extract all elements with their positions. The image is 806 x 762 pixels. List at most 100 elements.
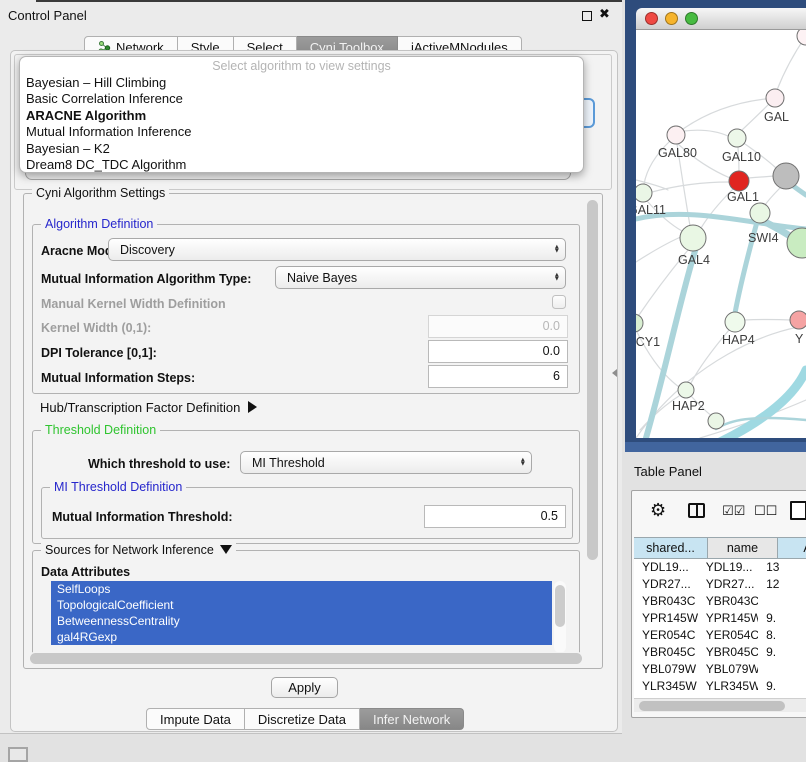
network-node-gal[interactable] — [766, 89, 784, 107]
aracne-mode-combo[interactable]: Discovery ▲▼ — [108, 238, 566, 261]
network-node[interactable] — [773, 163, 799, 189]
network-edge — [744, 320, 791, 321]
columns-icon[interactable] — [688, 503, 705, 518]
sources-group: Sources for Network Inference Data Attri… — [32, 550, 580, 660]
apply-button[interactable]: Apply — [271, 677, 338, 698]
network-node-gal1[interactable] — [729, 171, 749, 191]
zoom-traffic-light[interactable] — [685, 12, 698, 25]
column-header-name[interactable]: name — [708, 537, 778, 559]
close-icon[interactable]: ✖ — [599, 6, 610, 22]
network-node-label: GAL11 — [636, 203, 666, 217]
network-node-hap4[interactable] — [725, 312, 745, 332]
expanded-arrow-icon — [220, 545, 232, 554]
manual-kernel-checkbox[interactable] — [552, 295, 566, 309]
kernel-width-field[interactable]: 0.0 — [428, 315, 568, 338]
dropdown-item[interactable]: Bayesian – K2 — [20, 141, 583, 157]
mi-threshold-label: Mutual Information Threshold: — [52, 510, 233, 524]
table-panel: Table Panel ⚙ ☑☑ ☐☐ shared... name A YDL… — [625, 452, 806, 762]
table-panel-title: Table Panel — [634, 464, 702, 479]
network-node-label: HAP4 — [722, 333, 755, 347]
network-edge — [765, 187, 781, 205]
network-node-gal80[interactable] — [667, 126, 685, 144]
network-node[interactable] — [797, 30, 806, 45]
network-node-gal11[interactable] — [636, 184, 652, 202]
select-all-checkboxes-icon[interactable]: ☑☑ — [722, 503, 745, 519]
table-row[interactable]: YER054C YER054C 8. — [634, 627, 806, 644]
data-attribute-item[interactable]: TopologicalCoefficient — [51, 597, 552, 613]
network-node[interactable] — [708, 413, 724, 429]
data-attribute-item[interactable]: BetweennessCentrality — [51, 613, 552, 629]
network-node-gal4[interactable] — [680, 225, 706, 251]
network-view-window: GALGAL80GAL10GAL1GAL11SWI4GAL4GCY1HAP4YH… — [625, 0, 806, 452]
cell-shared-name: YPR145W — [634, 610, 698, 627]
network-edge — [636, 236, 683, 262]
table-row[interactable]: YPR145W YPR145W 9. — [634, 610, 806, 627]
minimized-panel-icon[interactable] — [8, 747, 28, 762]
dropdown-item[interactable]: ARACNE Algorithm — [20, 108, 583, 124]
mi-threshold-field[interactable]: 0.5 — [424, 505, 566, 528]
network-node-label: GAL — [764, 110, 789, 124]
dropdown-item[interactable]: Bayesian – Hill Climbing — [20, 75, 583, 91]
splitter-arrow-icon[interactable] — [612, 369, 617, 377]
mi-type-combo[interactable]: Naive Bayes ▲▼ — [275, 266, 566, 289]
cell-name: YBR045C — [698, 644, 758, 661]
table-row[interactable]: YBR045C YBR045C 9. — [634, 644, 806, 661]
table-row[interactable]: YLR345W YLR345W 9. — [634, 678, 806, 695]
network-mac-window: GALGAL80GAL10GAL1GAL11SWI4GAL4GCY1HAP4YH… — [636, 8, 806, 438]
network-node-hap2[interactable] — [678, 382, 694, 398]
combo-arrows-icon: ▲▼ — [520, 458, 526, 467]
network-window-titlebar[interactable] — [636, 8, 806, 30]
sources-group-title[interactable]: Sources for Network Inference — [41, 543, 236, 557]
network-node-label: HAP2 — [672, 399, 705, 413]
bottom-tab[interactable]: Discretize Data — [245, 708, 360, 730]
minimize-traffic-light[interactable] — [665, 12, 678, 25]
column-header-shared-name[interactable]: shared... — [634, 537, 708, 559]
bottom-tab[interactable]: Infer Network — [360, 708, 464, 730]
network-canvas[interactable]: GALGAL80GAL10GAL1GAL11SWI4GAL4GCY1HAP4YH… — [636, 30, 806, 438]
mi-steps-field[interactable]: 6 — [428, 365, 568, 388]
data-attribute-item[interactable]: SelfLoops — [51, 581, 552, 597]
cell-value — [758, 593, 806, 610]
cell-value: 13 — [758, 559, 806, 576]
table-row[interactable]: YDR27... YDR27... 12 — [634, 576, 806, 593]
which-threshold-value: MI Threshold — [252, 456, 325, 470]
table-row[interactable]: YBL079W YBL079W — [634, 661, 806, 678]
data-attribute-item[interactable]: gal4RGexp — [51, 629, 552, 645]
network-node-label: GAL1 — [727, 190, 759, 204]
combo-arrows-icon: ▲▼ — [554, 273, 560, 282]
dpi-tolerance-label: DPI Tolerance [0,1]: — [41, 346, 157, 360]
table-row[interactable]: YBR043C YBR043C — [634, 593, 806, 610]
table-horizontal-scrollbar[interactable] — [634, 698, 806, 712]
aracne-mode-value: Discovery — [120, 243, 175, 257]
table-row[interactable]: YDL19... YDL19... 13 — [634, 559, 806, 576]
network-node-swi4[interactable] — [750, 203, 770, 223]
bottom-tab-label: Infer Network — [373, 712, 450, 727]
close-traffic-light[interactable] — [645, 12, 658, 25]
network-edge — [683, 98, 775, 129]
network-node-gcy1[interactable] — [636, 314, 643, 332]
dpi-tolerance-field[interactable]: 0.0 — [428, 340, 568, 363]
cell-value: 8. — [758, 627, 806, 644]
table-rows: YDL19... YDL19... 13 YDR27... YDR27... 1… — [634, 559, 806, 709]
network-node-gal10[interactable] — [728, 129, 746, 147]
settings-horizontal-scrollbar[interactable] — [28, 652, 584, 665]
float-window-icon[interactable] — [582, 11, 592, 21]
deselect-all-checkboxes-icon[interactable]: ☐☐ — [754, 503, 777, 519]
network-node-label: GAL80 — [658, 146, 697, 160]
mi-steps-label: Mutual Information Steps: — [41, 371, 195, 385]
settings-vertical-scrollbar[interactable] — [586, 198, 599, 654]
dropdown-item[interactable]: Basic Correlation Inference — [20, 91, 583, 107]
network-node-y[interactable] — [790, 311, 806, 329]
gear-icon[interactable]: ⚙ — [650, 500, 666, 521]
cell-name: YLR345W — [698, 678, 758, 695]
bottom-tab[interactable]: Impute Data — [146, 708, 245, 730]
column-header-partial[interactable]: A — [778, 537, 806, 559]
attribute-list-scrollbar[interactable] — [554, 581, 566, 653]
which-threshold-combo[interactable]: MI Threshold ▲▼ — [240, 451, 532, 474]
network-node-label: GAL4 — [678, 253, 710, 267]
dropdown-item[interactable]: Dream8 DC_TDC Algorithm — [20, 157, 583, 173]
document-icon[interactable] — [790, 501, 806, 520]
dropdown-item[interactable]: Mutual Information Inference — [20, 124, 583, 140]
cell-shared-name: YBL079W — [634, 661, 698, 678]
hub-definition-toggle[interactable]: Hub/Transcription Factor Definition — [40, 400, 257, 415]
